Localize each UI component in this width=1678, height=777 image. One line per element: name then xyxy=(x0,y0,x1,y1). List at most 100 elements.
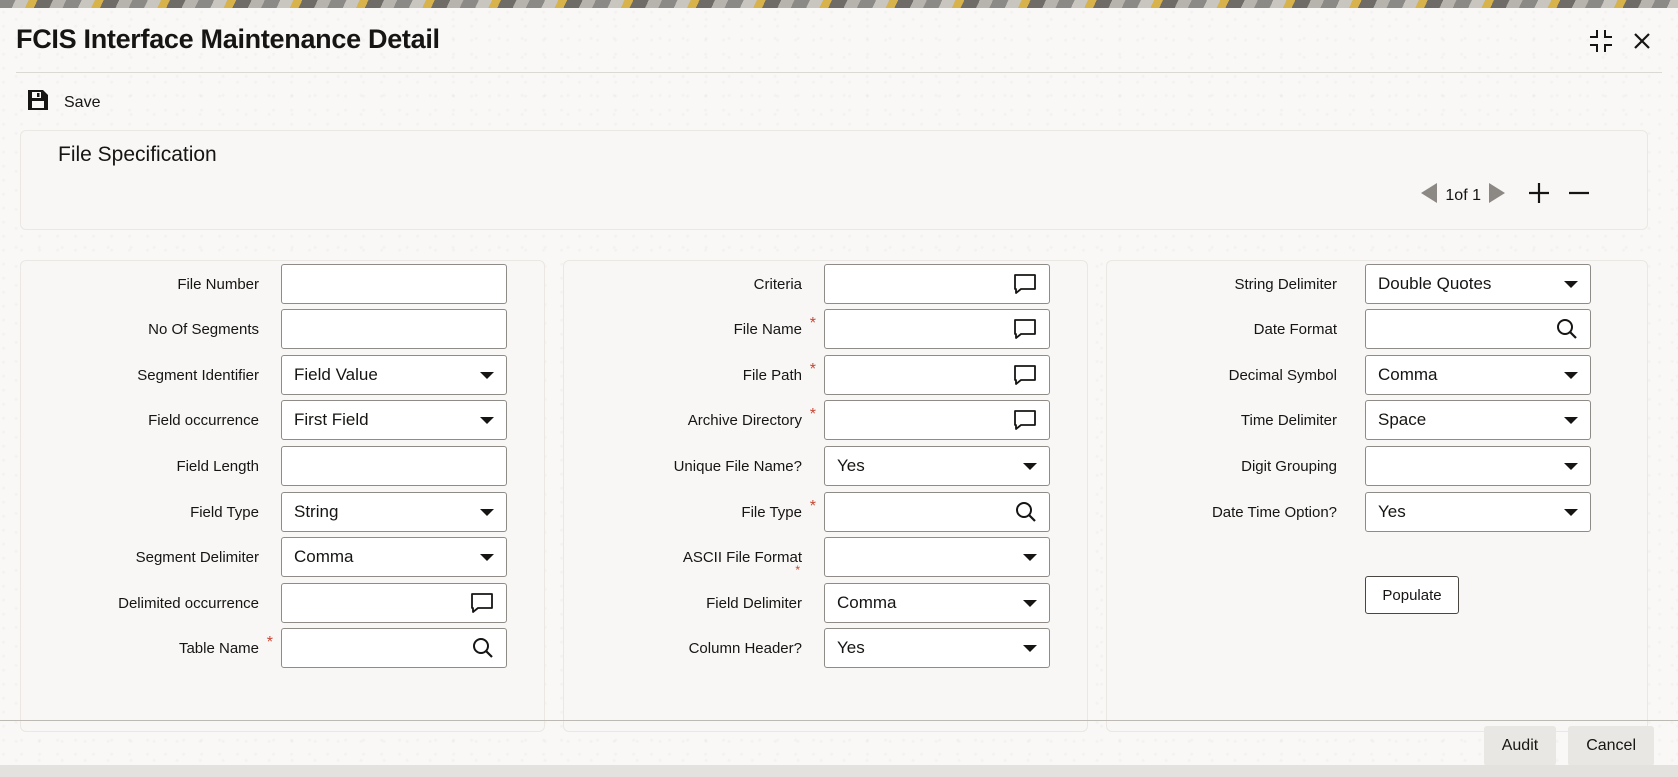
chevron-down-icon xyxy=(480,371,494,379)
segment-delimiter-row: Segment Delimiter Comma xyxy=(21,537,544,579)
save-button[interactable]: Save xyxy=(26,88,100,117)
required-marker: * xyxy=(809,406,816,423)
field-delimiter-select[interactable]: Comma xyxy=(824,583,1050,623)
search-icon[interactable] xyxy=(472,637,494,659)
add-record-icon[interactable] xyxy=(1527,181,1551,210)
segment-identifier-select[interactable]: Field Value xyxy=(281,355,507,395)
file-number-row: File Number xyxy=(21,264,544,306)
field-occurrence-row: Field occurrence First Field xyxy=(21,400,544,442)
column-header-row: Column Header? Yes xyxy=(564,628,1087,670)
segment-delimiter-label: Segment Delimiter xyxy=(135,549,259,566)
date-time-option-label: Date Time Option? xyxy=(1211,504,1337,521)
close-icon[interactable] xyxy=(1632,31,1652,51)
archive-directory-label: Archive Directory * xyxy=(688,400,816,442)
cancel-button[interactable]: Cancel xyxy=(1568,726,1654,766)
field-delimiter-label: Field Delimiter xyxy=(706,595,802,612)
time-delimiter-select[interactable]: Space xyxy=(1365,400,1591,440)
next-record-icon[interactable] xyxy=(1487,181,1507,210)
criteria-input[interactable] xyxy=(824,264,1050,304)
file-name-row: File Name * xyxy=(564,309,1087,351)
unique-file-name-row: Unique File Name? Yes xyxy=(564,446,1087,488)
table-name-input[interactable] xyxy=(281,628,507,668)
delete-record-icon[interactable] xyxy=(1567,181,1591,210)
no-of-segments-input[interactable] xyxy=(281,309,507,349)
no-of-segments-row: No Of Segments xyxy=(21,309,544,351)
comment-icon[interactable] xyxy=(470,592,494,614)
file-path-row: File Path * xyxy=(564,355,1087,397)
delimited-occurrence-input[interactable] xyxy=(281,583,507,623)
field-delimiter-row: Field Delimiter Comma xyxy=(564,583,1087,625)
window-title: FCIS Interface Maintenance Detail xyxy=(16,24,440,54)
date-time-option-row: Date Time Option? Yes xyxy=(1107,492,1647,534)
required-marker: * xyxy=(809,498,816,515)
file-name-input[interactable] xyxy=(824,309,1050,349)
field-length-input[interactable] xyxy=(281,446,507,486)
chevron-down-icon xyxy=(480,508,494,516)
file-type-input[interactable] xyxy=(824,492,1050,532)
pager-text: 1of 1 xyxy=(1445,186,1481,204)
ascii-file-format-select[interactable] xyxy=(824,537,1050,577)
string-delimiter-select[interactable]: Double Quotes xyxy=(1365,264,1591,304)
chevron-down-icon xyxy=(480,416,494,424)
segment-identifier-label: Segment Identifier xyxy=(137,367,259,384)
decimal-symbol-row: Decimal Symbol Comma xyxy=(1107,355,1647,397)
string-delimiter-label: String Delimiter xyxy=(1234,276,1337,293)
file-number-input[interactable] xyxy=(281,264,507,304)
previous-record-icon[interactable] xyxy=(1419,181,1439,210)
chevron-down-icon xyxy=(1023,599,1037,607)
top-decor-band xyxy=(0,0,1678,8)
collapse-icon[interactable] xyxy=(1588,28,1614,54)
field-length-row: Field Length xyxy=(21,446,544,488)
table-name-label: Table Name * xyxy=(179,628,273,670)
column-2-panel: Criteria File Name * File Path * Archive D… xyxy=(563,260,1088,732)
delimited-occurrence-row: Delimited occurrence xyxy=(21,583,544,625)
file-name-label: File Name * xyxy=(734,309,816,351)
required-marker: * xyxy=(809,315,816,332)
populate-button[interactable]: Populate xyxy=(1365,576,1459,614)
field-type-row: Field Type String xyxy=(21,492,544,534)
save-icon xyxy=(26,88,50,117)
chevron-down-icon xyxy=(1564,462,1578,470)
comment-icon[interactable] xyxy=(1013,318,1037,340)
date-time-option-select[interactable]: Yes xyxy=(1365,492,1591,532)
segment-delimiter-select[interactable]: Comma xyxy=(281,537,507,577)
comment-icon[interactable] xyxy=(1013,364,1037,386)
field-type-select[interactable]: String xyxy=(281,492,507,532)
chevron-down-icon xyxy=(1023,644,1037,652)
ascii-file-format-row: ASCII File Format * xyxy=(564,537,1087,579)
search-icon[interactable] xyxy=(1015,501,1037,523)
archive-directory-input[interactable] xyxy=(824,400,1050,440)
criteria-row: Criteria xyxy=(564,264,1087,306)
decimal-symbol-label: Decimal Symbol xyxy=(1228,367,1337,384)
time-delimiter-row: Time Delimiter Space xyxy=(1107,400,1647,442)
chevron-down-icon xyxy=(1564,371,1578,379)
column-header-label: Column Header? xyxy=(688,640,802,657)
unique-file-name-label: Unique File Name? xyxy=(673,458,802,475)
ascii-file-format-label: ASCII File Format * xyxy=(683,537,802,579)
comment-icon[interactable] xyxy=(1013,409,1037,431)
required-marker: * xyxy=(809,361,816,378)
segment-identifier-row: Segment Identifier Field Value xyxy=(21,355,544,397)
footer-divider xyxy=(0,720,1678,721)
file-path-input[interactable] xyxy=(824,355,1050,395)
decimal-symbol-select[interactable]: Comma xyxy=(1365,355,1591,395)
no-of-segments-label: No Of Segments xyxy=(148,321,259,338)
record-pager: 1of 1 xyxy=(1419,181,1591,210)
field-occurrence-select[interactable]: First Field xyxy=(281,400,507,440)
chevron-down-icon xyxy=(1564,280,1578,288)
file-type-label: File Type * xyxy=(741,492,816,534)
date-format-input[interactable] xyxy=(1365,309,1591,349)
save-label: Save xyxy=(64,93,101,111)
unique-file-name-select[interactable]: Yes xyxy=(824,446,1050,486)
digit-grouping-select[interactable] xyxy=(1365,446,1591,486)
column-header-select[interactable]: Yes xyxy=(824,628,1050,668)
search-icon[interactable] xyxy=(1556,318,1578,340)
required-marker: * xyxy=(266,634,273,651)
audit-button[interactable]: Audit xyxy=(1483,726,1557,766)
chevron-down-icon xyxy=(480,553,494,561)
comment-icon[interactable] xyxy=(1013,273,1037,295)
column-1-panel: File Number No Of Segments Segment Ident… xyxy=(20,260,545,732)
archive-directory-row: Archive Directory * xyxy=(564,400,1087,442)
bottom-decor-band xyxy=(0,765,1678,777)
file-specification-panel: File Specification 1of 1 xyxy=(20,130,1648,230)
